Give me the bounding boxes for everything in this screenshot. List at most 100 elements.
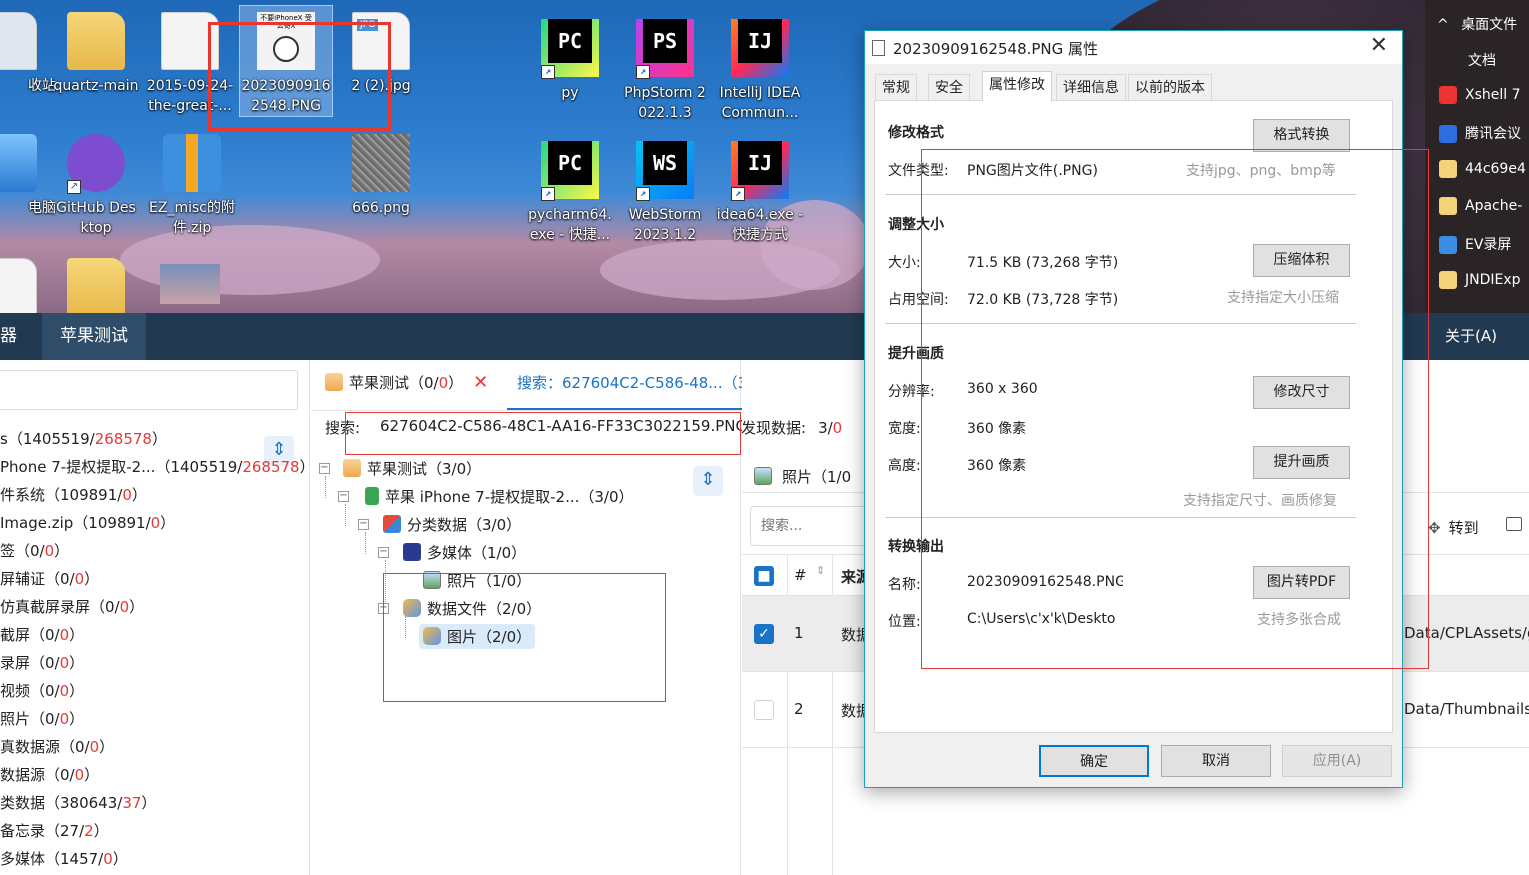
tree-node-multimedia[interactable]: 多媒体（1/0） <box>403 542 526 563</box>
tree-toggle[interactable]: − <box>378 547 389 558</box>
tab-details[interactable]: 详细信息 <box>1056 74 1126 100</box>
tab-attribute-modify[interactable]: 属性修改 <box>982 71 1052 101</box>
noise-image-icon <box>352 134 410 192</box>
pane-header-label: 桌面文件 <box>1461 17 1518 33</box>
tree-item-red-count: 0 <box>150 514 161 532</box>
left-tree-item[interactable]: 屏辅证（0/0） <box>0 568 99 589</box>
desktop-icon-partial[interactable] <box>48 258 144 313</box>
tree-item-red-count: 0 <box>59 682 70 700</box>
dialog-title: 20230909162548.PNG 属性 <box>893 40 1099 58</box>
pane-item-ev-recorder[interactable]: EV录屏 <box>1439 234 1511 254</box>
left-tree-item[interactable]: 多媒体（1457/0） <box>0 848 128 869</box>
tree-item-red-count: 0 <box>89 738 100 756</box>
desktop-icon-intellij[interactable]: IJ IntelliJ IDEA Commun... <box>712 12 808 123</box>
left-tree-item[interactable]: 录屏（0/0） <box>0 652 84 673</box>
shortcut-arrow-icon: ↗ <box>636 187 650 201</box>
left-tree-item[interactable]: Phone 7-提权提取-2...（1405519/268578） <box>0 456 315 477</box>
tree-toggle[interactable]: − <box>319 463 330 474</box>
left-tree-item[interactable]: 备忘录（27/2） <box>0 820 109 841</box>
desktop-icon-ez-misc-zip[interactable]: EZ_misc的附 件.zip <box>144 134 240 238</box>
tab-apple-test[interactable]: 苹果测试（0/0） ✕ <box>325 370 488 410</box>
format-convert-button[interactable]: 格式转换 <box>1253 119 1350 152</box>
menu-item-partial[interactable]: 器 <box>0 313 17 360</box>
row-checkbox-checked[interactable]: ✓ <box>754 624 774 644</box>
tree-item-suffix: ） <box>129 598 145 616</box>
tree-item-suffix: ） <box>69 710 85 728</box>
desktop-icon-quartz-main[interactable]: quartz-main <box>48 12 144 96</box>
left-tree-item[interactable]: 真数据源（0/0） <box>0 736 114 757</box>
menu-item-about[interactable]: 关于(A) <box>1445 313 1497 360</box>
pane-header[interactable]: ^ 桌面文件 <box>1437 14 1517 34</box>
ok-button[interactable]: 确定 <box>1039 745 1149 777</box>
left-tree-item[interactable]: s（1405519/268578） <box>0 428 167 449</box>
desktop-icon-label: 666.png <box>352 200 410 216</box>
desktop-icon-pycharm64[interactable]: PC ↗ pycharm64. exe - 快捷... <box>522 134 618 245</box>
pane-item-44c69e4[interactable]: 44c69e4 <box>1439 160 1526 178</box>
tree-node-apple-test[interactable]: 苹果测试（3/0） <box>343 458 481 479</box>
phpstorm-badge: PS <box>643 19 687 63</box>
left-tree-item[interactable]: 签（0/0） <box>0 540 69 561</box>
computer-icon <box>0 134 37 192</box>
sort-icon[interactable]: ⇕ <box>816 564 825 577</box>
tab-red-count: 0 <box>438 374 449 392</box>
new-folder-icon[interactable] <box>1506 517 1522 531</box>
phone-icon <box>365 487 379 505</box>
pycharm-badge: PC <box>548 141 592 185</box>
desktop-icon-py[interactable]: PC ↗ py <box>522 12 618 103</box>
pane-item-jndiexp[interactable]: JNDIExp <box>1439 271 1521 289</box>
close-icon[interactable]: ✕ <box>1370 33 1388 58</box>
desktop-icon-partial[interactable] <box>142 258 238 310</box>
desktop-icon-label: quartz-main <box>53 78 139 94</box>
left-tree-item[interactable]: Image.zip（109891/0） <box>0 512 175 533</box>
found-red-count: 0 <box>832 419 843 437</box>
left-search-input[interactable] <box>0 370 298 410</box>
desktop-icon-666-png[interactable]: 666.png <box>333 134 429 218</box>
desktop-icon-github-desktop[interactable]: ↗ GitHub Des ktop <box>48 134 144 238</box>
left-tree-item[interactable]: 截屏（0/0） <box>0 624 84 645</box>
menu-item-apple-test[interactable]: 苹果测试 <box>42 313 146 360</box>
cancel-button[interactable]: 取消 <box>1161 745 1271 777</box>
desktop-icon-label: 022.1.3 <box>638 105 692 121</box>
left-tree-item[interactable]: 视频（0/0） <box>0 680 84 701</box>
section-title-format: 修改格式 <box>888 125 944 141</box>
desktop-icon-label: 快捷方式 <box>732 227 788 243</box>
pane-item-tencent-meeting[interactable]: 腾讯会议 <box>1439 123 1521 143</box>
collapse-all-button[interactable]: ⇕ <box>693 466 723 496</box>
photo-icon <box>754 467 772 485</box>
shortcut-arrow-icon: ↗ <box>731 187 745 201</box>
tab-security[interactable]: 安全 <box>928 74 970 100</box>
desktop-icon-idea64[interactable]: IJ ↗ idea64.exe - 快捷方式 <box>712 134 808 245</box>
left-tree-item[interactable]: 类数据（380643/37） <box>0 792 156 813</box>
tab-general[interactable]: 常规 <box>875 74 917 100</box>
left-tree-item[interactable]: 仿真截屏录屏（0/0） <box>0 596 144 617</box>
tree-toggle[interactable]: − <box>358 519 369 530</box>
tree-item-suffix: ） <box>84 766 100 784</box>
found-value: 3/ <box>818 419 833 437</box>
tree-toggle[interactable]: − <box>338 491 349 502</box>
close-icon[interactable]: ✕ <box>473 372 488 393</box>
tree-item-suffix: ） <box>84 570 100 588</box>
tree-item-label: 真数据源（0/ <box>0 738 90 756</box>
desktop-icon-webstorm[interactable]: WS ↗ WebStorm 2023.1.2 <box>617 134 713 245</box>
tree-node-iphone7[interactable]: 苹果 iPhone 7-提权提取-2...（3/0） <box>365 486 634 507</box>
row-checkbox[interactable] <box>754 700 774 720</box>
left-tree-item[interactable]: 数据源（0/0） <box>0 764 99 785</box>
tree-node-label: 苹果 iPhone 7-提权提取-2...（3/0） <box>385 488 634 506</box>
pane-item-apache[interactable]: Apache- <box>1439 197 1522 215</box>
tab-previous-versions[interactable]: 以前的版本 <box>1128 74 1212 100</box>
tree-node-category-data[interactable]: 分类数据（3/0） <box>383 514 521 535</box>
left-tree-item[interactable]: 照片（0/0） <box>0 708 84 729</box>
goto-button[interactable]: ✥ 转到 <box>1428 517 1479 538</box>
apply-button[interactable]: 应用(A) <box>1282 745 1392 777</box>
pane-item-documents[interactable]: 文档 <box>1468 50 1496 70</box>
dialog-titlebar[interactable]: 20230909162548.PNG 属性 ✕ <box>865 31 1402 64</box>
width-label: 宽度: <box>888 421 921 437</box>
desktop-icon-phpstorm[interactable]: PS ↗ PhpStorm 2 022.1.3 <box>617 12 713 123</box>
left-tree-item[interactable]: 件系统（109891/0） <box>0 484 147 505</box>
column-header-hash[interactable]: # <box>794 566 807 584</box>
photos-tab-label: 照片（1/0 <box>782 468 852 486</box>
select-all-checkbox[interactable]: ■ <box>754 566 774 586</box>
photos-tab[interactable]: 照片（1/0 <box>754 466 851 487</box>
pane-item-xshell[interactable]: Xshell 7 <box>1439 86 1521 104</box>
annotation-red-box <box>383 573 666 702</box>
